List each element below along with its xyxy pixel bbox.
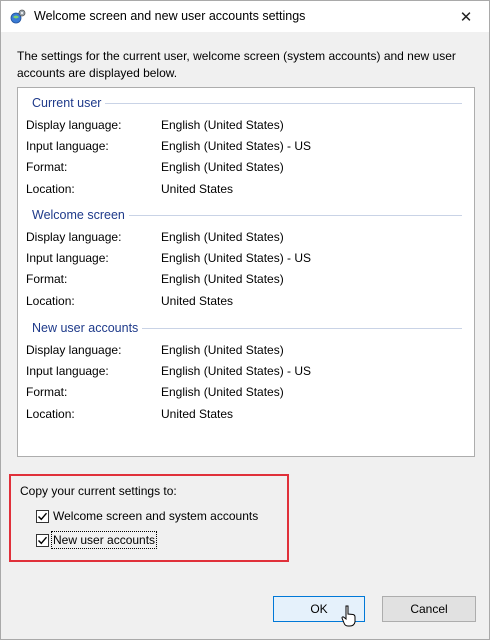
checkbox-label[interactable]: New user accounts	[50, 531, 158, 549]
row-value: United States	[161, 294, 234, 308]
row-label: Location:	[26, 407, 75, 421]
checkbox-box[interactable]	[36, 533, 49, 547]
settings-dialog: Welcome screen and new user accounts set…	[0, 0, 490, 640]
row-label: Display language:	[26, 230, 122, 244]
row-label: Input language:	[26, 139, 109, 153]
row-value: English (United States) - US	[161, 364, 312, 378]
intro-text: The settings for the current user, welco…	[17, 49, 456, 80]
row-value: English (United States)	[161, 343, 284, 357]
row-value: English (United States)	[161, 385, 284, 399]
group-header: Welcome screen	[32, 206, 129, 224]
checkmark-icon	[38, 536, 48, 544]
copy-settings-label: Copy your current settings to:	[20, 484, 177, 498]
row-label: Display language:	[26, 118, 122, 132]
cancel-button[interactable]: Cancel	[382, 596, 476, 622]
mouse-pointer-icon	[341, 605, 356, 627]
copy-settings-section: Copy your current settings to: Welcome s…	[9, 474, 289, 562]
row-value: English (United States) - US	[161, 251, 312, 265]
close-icon: ✕	[459, 8, 473, 26]
row-label: Format:	[26, 272, 68, 286]
row-label: Input language:	[26, 364, 109, 378]
close-button[interactable]: ✕	[443, 1, 489, 32]
checkbox-box[interactable]	[36, 509, 49, 523]
welcome-screen-checkbox[interactable]: Welcome screen and system accounts	[36, 507, 258, 525]
new-user-accounts-checkbox[interactable]: New user accounts	[36, 531, 158, 549]
row-value: United States	[161, 182, 234, 196]
row-value: United States	[161, 407, 234, 421]
title-bar[interactable]: Welcome screen and new user accounts set…	[1, 1, 489, 32]
row-label: Location:	[26, 294, 75, 308]
row-label: Input language:	[26, 251, 109, 265]
row-value: English (United States)	[161, 230, 284, 244]
row-label: Format:	[26, 385, 68, 399]
row-label: Display language:	[26, 343, 122, 357]
window-title: Welcome screen and new user accounts set…	[34, 9, 306, 23]
row-value: English (United States) - US	[161, 139, 312, 153]
region-settings-icon	[10, 9, 26, 24]
row-value: English (United States)	[161, 272, 284, 286]
row-label: Format:	[26, 160, 68, 174]
row-label: Location:	[26, 182, 75, 196]
row-value: English (United States)	[161, 118, 284, 132]
group-header: New user accounts	[32, 319, 143, 337]
settings-panel: Current user Display language: English (…	[17, 87, 475, 457]
checkmark-icon	[38, 512, 48, 520]
checkbox-label[interactable]: Welcome screen and system accounts	[53, 509, 258, 523]
row-value: English (United States)	[161, 160, 284, 174]
group-header: Current user	[32, 94, 106, 112]
